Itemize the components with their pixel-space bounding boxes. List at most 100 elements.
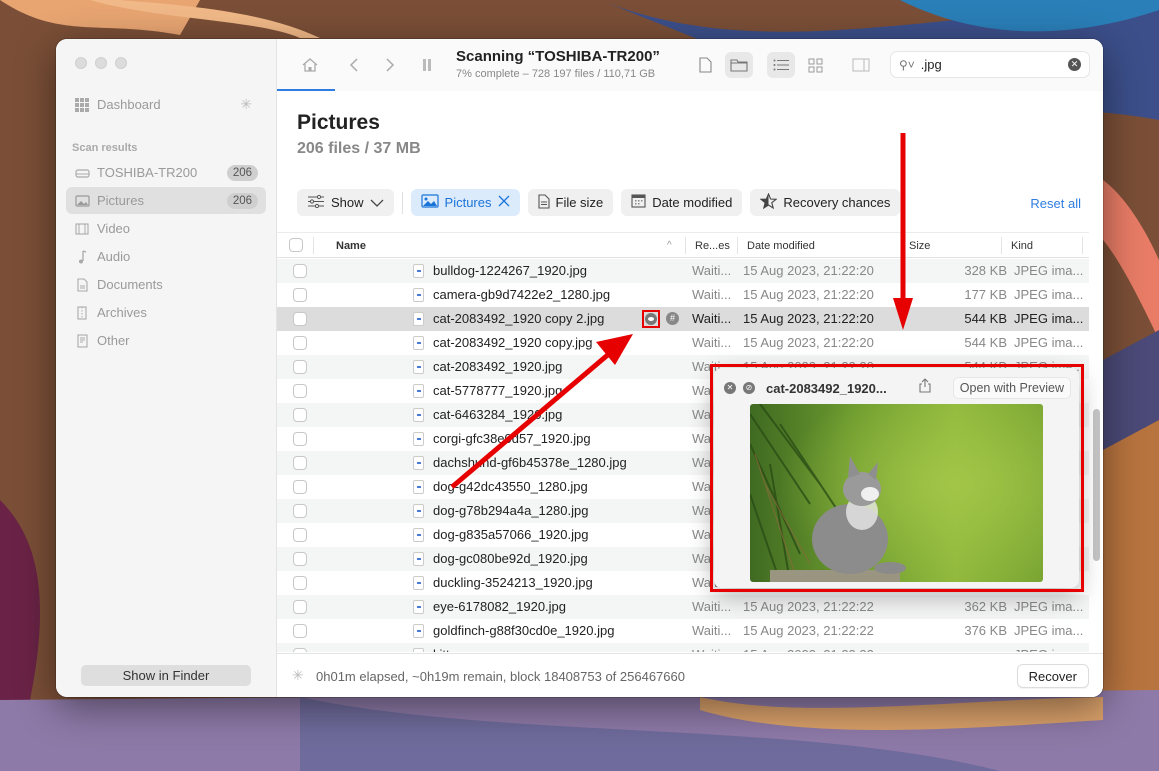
file-view-icon[interactable] — [691, 52, 719, 78]
file-kind: JPEG ima... — [1014, 599, 1084, 614]
sidebar-toggle-icon[interactable] — [847, 52, 875, 78]
row-checkbox[interactable] — [293, 648, 307, 652]
row-checkbox[interactable] — [293, 480, 307, 494]
file-size: 177 KB — [964, 287, 1007, 302]
zoom-window-button[interactable] — [115, 57, 127, 69]
row-checkbox[interactable] — [293, 384, 307, 398]
active-tab-indicator — [277, 89, 335, 91]
sidebar-item-label: Dashboard — [97, 97, 161, 112]
list-view-icon[interactable] — [767, 52, 795, 78]
share-icon[interactable] — [919, 378, 931, 396]
grid-icon — [74, 97, 90, 113]
column-header-size[interactable]: Size — [909, 240, 930, 252]
column-divider — [685, 237, 686, 254]
sidebar-item-video[interactable]: Video — [66, 215, 266, 242]
quick-look-header: ✕ ⊘ cat-2083492_1920... Open with Previe… — [724, 377, 1071, 399]
sort-ascending-icon[interactable]: ^ — [667, 240, 672, 251]
file-name: eye-6178082_1920.jpg — [433, 599, 567, 614]
row-checkbox[interactable] — [293, 600, 307, 614]
sidebar-item-label: Audio — [97, 249, 131, 264]
recovery-chances-filter-button[interactable]: Recovery chances — [750, 189, 901, 216]
file-name: bulldog-1224267_1920.jpg — [433, 263, 587, 278]
recover-button[interactable]: Recover — [1016, 664, 1089, 688]
row-checkbox[interactable] — [293, 336, 307, 350]
reset-all-link[interactable]: Reset all — [1030, 196, 1081, 211]
jpeg-file-icon — [413, 408, 424, 422]
file-size-filter-button[interactable]: File size — [527, 189, 614, 216]
sidebar-item-label: Video — [97, 221, 131, 236]
jpeg-file-icon — [413, 336, 424, 350]
column-header-kind[interactable]: Kind — [1011, 240, 1033, 252]
table-row[interactable]: bulldog-1224267_1920.jpg Waiti... 15 Aug… — [277, 259, 1089, 283]
file-name: dog-g42dc43550_1280.jpg — [433, 479, 588, 494]
pause-icon[interactable] — [413, 52, 441, 78]
row-checkbox[interactable] — [293, 552, 307, 566]
row-checkbox[interactable] — [293, 288, 307, 302]
row-checkbox[interactable] — [293, 456, 307, 470]
column-header-name[interactable]: Name — [336, 240, 366, 252]
close-preview-icon[interactable]: ✕ — [724, 382, 736, 394]
drive-icon — [74, 165, 90, 181]
archive-icon — [74, 305, 90, 321]
row-checkbox[interactable] — [293, 624, 307, 638]
vertical-scrollbar[interactable] — [1093, 409, 1100, 561]
sidebar-item-dashboard[interactable]: Dashboard ✳ — [66, 91, 266, 118]
jpeg-file-icon — [413, 552, 424, 566]
home-icon[interactable] — [296, 52, 324, 78]
file-size: 376 KB — [964, 623, 1007, 638]
recovery-chances-filter-label: Recovery chances — [783, 195, 891, 210]
remove-filter-icon[interactable] — [498, 195, 510, 210]
search-input[interactable]: .jpg — [921, 57, 942, 72]
row-checkbox[interactable] — [293, 360, 307, 374]
page-title: Pictures — [297, 111, 380, 134]
select-all-checkbox[interactable] — [289, 238, 303, 252]
row-checkbox[interactable] — [293, 504, 307, 518]
sidebar-item-toshiba-tr200[interactable]: TOSHIBA-TR200 206 — [66, 159, 266, 186]
calendar-icon — [631, 194, 646, 211]
table-row[interactable]: kitten-... Waiti... 15 Aug 2023, 21:22:2… — [277, 643, 1089, 652]
folder-view-icon[interactable] — [725, 52, 753, 78]
sidebar-item-documents[interactable]: Documents — [66, 271, 266, 298]
table-row[interactable]: cat-2083492_1920 copy 2.jpg # Waiti... 1… — [277, 307, 1089, 331]
row-checkbox[interactable] — [293, 528, 307, 542]
column-header-recovery[interactable]: Re...es — [695, 240, 730, 252]
music-note-icon — [74, 249, 90, 265]
grid-view-icon[interactable] — [801, 52, 829, 78]
forward-chevron-icon[interactable] — [376, 52, 404, 78]
table-row[interactable]: camera-gb9d7422e2_1280.jpg Waiti... 15 A… — [277, 283, 1089, 307]
column-divider — [737, 237, 738, 254]
pictures-filter-chip[interactable]: Pictures — [410, 189, 520, 216]
show-filter-button[interactable]: Show — [297, 189, 394, 216]
search-field[interactable]: ⚲˅ .jpg ✕ — [890, 51, 1090, 78]
table-row[interactable]: cat-2083492_1920 copy.jpg Waiti... 15 Au… — [277, 331, 1089, 355]
minimize-window-button[interactable] — [95, 57, 107, 69]
column-header-date[interactable]: Date modified — [747, 240, 815, 252]
close-window-button[interactable] — [75, 57, 87, 69]
sidebar-item-audio[interactable]: Audio — [66, 243, 266, 270]
table-row[interactable]: eye-6178082_1920.jpg Waiti... 15 Aug 202… — [277, 595, 1089, 619]
clear-search-icon[interactable]: ✕ — [1068, 58, 1081, 71]
back-chevron-icon[interactable] — [340, 52, 368, 78]
file-kind: JPEG ima... — [1014, 647, 1083, 652]
row-checkbox[interactable] — [293, 432, 307, 446]
filter-bar: Show Pictures File size Date modified Re… — [297, 189, 901, 216]
row-checkbox[interactable] — [293, 264, 307, 278]
date-modified-filter-button[interactable]: Date modified — [621, 189, 743, 216]
recovery-status: Waiti... — [692, 311, 732, 326]
hash-icon[interactable]: # — [666, 312, 679, 325]
row-checkbox[interactable] — [293, 576, 307, 590]
file-kind: JPEG ima... — [1014, 263, 1084, 278]
date-modified: 15 Aug 2023, 21:22:22 — [743, 647, 874, 652]
sidebar-item-pictures[interactable]: Pictures 206 — [66, 187, 266, 214]
jpeg-file-icon — [413, 528, 424, 542]
show-in-finder-button[interactable]: Show in Finder — [81, 665, 251, 686]
row-checkbox[interactable] — [293, 408, 307, 422]
disable-icon[interactable]: ⊘ — [743, 382, 755, 394]
sidebar-item-archives[interactable]: Archives — [66, 299, 266, 326]
preview-eye-icon[interactable] — [642, 310, 660, 328]
jpeg-file-icon — [413, 384, 424, 398]
row-checkbox[interactable] — [293, 312, 307, 326]
sidebar-item-other[interactable]: Other — [66, 327, 266, 354]
open-with-preview-button[interactable]: Open with Preview — [952, 377, 1071, 399]
table-row[interactable]: goldfinch-g88f30cd0e_1920.jpg Waiti... 1… — [277, 619, 1089, 643]
